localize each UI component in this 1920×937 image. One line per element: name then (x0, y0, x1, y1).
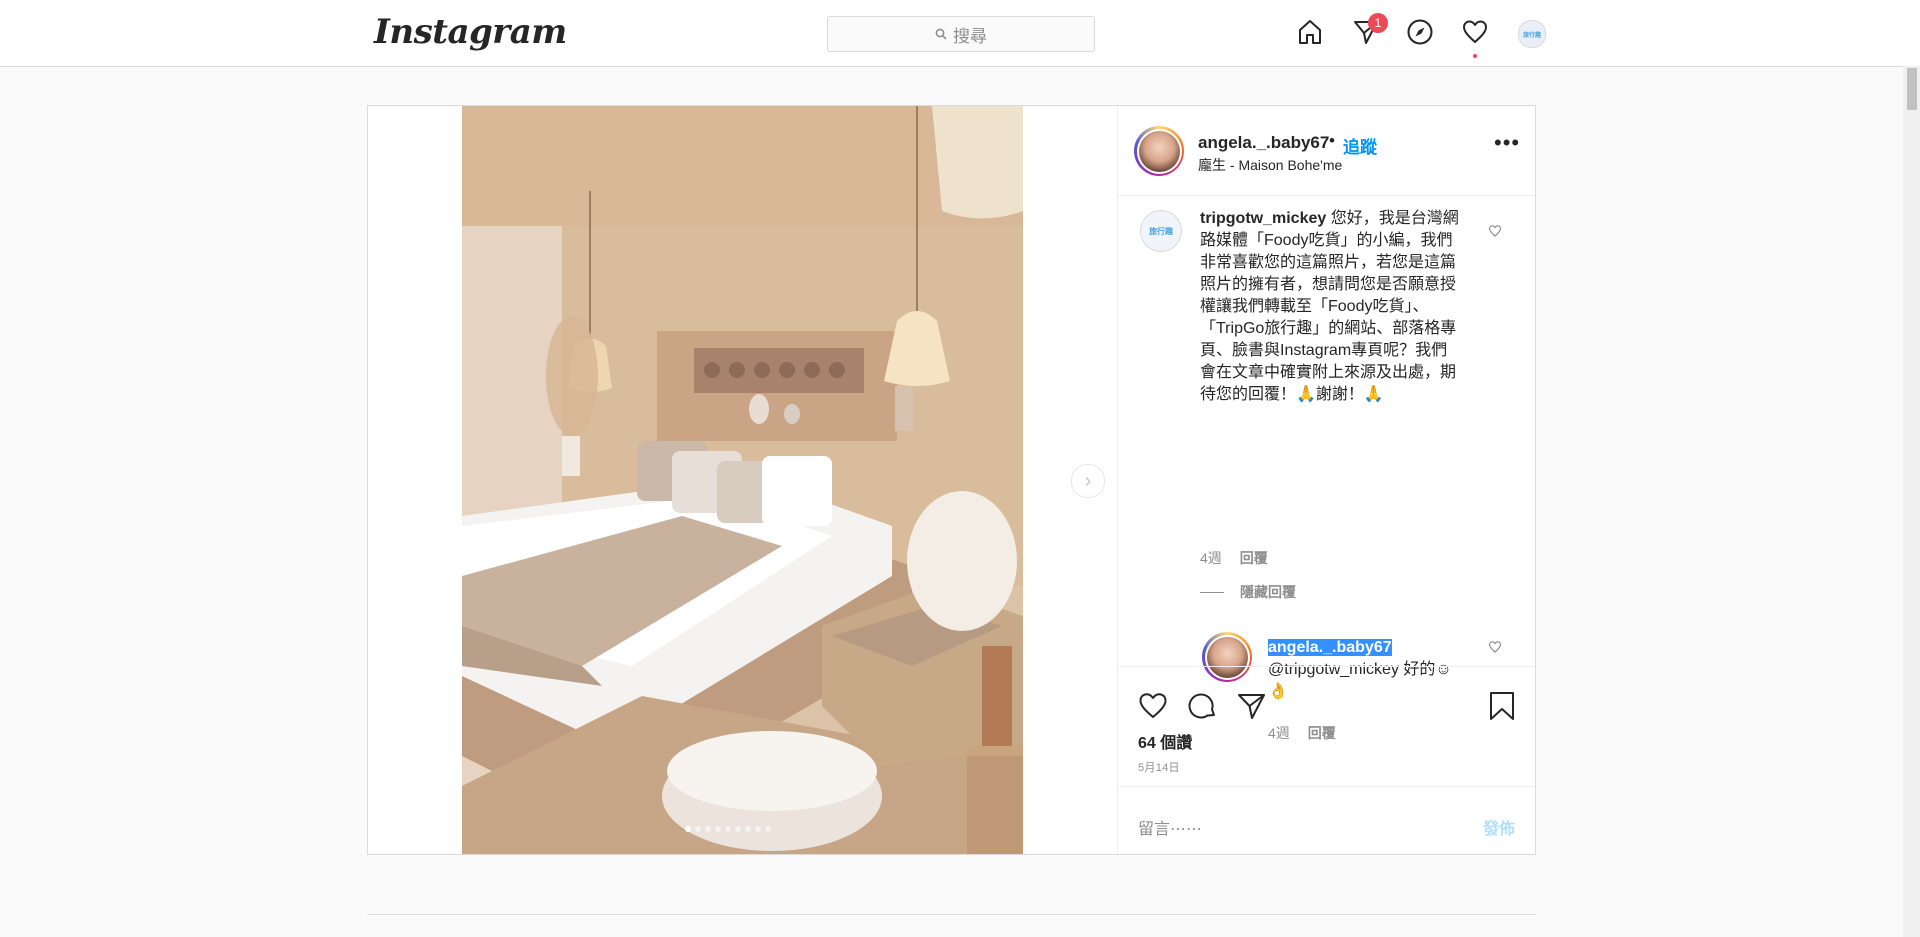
scrollbar-thumb[interactable] (1907, 68, 1917, 110)
carousel-dot (685, 826, 691, 832)
comment-input[interactable]: 留言⋯⋯ (1138, 815, 1202, 839)
carousel-indicator (685, 826, 771, 832)
commenter-username[interactable]: tripgotw_mickey (1200, 210, 1326, 227)
carousel-dot (725, 826, 731, 832)
likes-count[interactable]: 64 個讚 (1138, 729, 1192, 753)
post-photo[interactable] (462, 106, 1023, 854)
profile-avatar-text: 旅行趣 (1522, 32, 1541, 39)
comment-bubble-icon[interactable] (1188, 691, 1218, 721)
owner-username[interactable]: angela._.baby67 (1198, 133, 1329, 153)
activity-heart-icon[interactable] (1458, 15, 1492, 49)
separator-dot: • (1329, 131, 1335, 150)
profile-avatar[interactable]: 旅行趣 (1518, 20, 1546, 48)
more-options-button[interactable]: ••• (1494, 130, 1520, 156)
like-heart-icon[interactable] (1138, 691, 1168, 721)
top-navigation-bar: Instagram 搜尋 1 旅行趣 (0, 0, 1920, 67)
carousel-dot (705, 826, 711, 832)
post-location[interactable]: 龐生 - Maison Bohe'me (1198, 155, 1342, 175)
comments-section: 旅行趣 tripgotw_mickey 您好，我是台灣網路媒體「Foody吃貨」… (1118, 196, 1535, 741)
comment-reply-button[interactable]: 回覆 (1240, 550, 1268, 566)
nav-icon-group (0, 15, 1920, 55)
chevron-right-icon: › (1084, 469, 1092, 492)
post-sidebar: angela._.baby67 • 追蹤 龐生 - Maison Bohe'me… (1118, 106, 1535, 854)
commenter-avatar[interactable]: 旅行趣 (1140, 210, 1182, 252)
share-paper-plane-icon[interactable] (1237, 691, 1267, 721)
carousel-dot (755, 826, 761, 832)
follow-button[interactable]: 追蹤 (1343, 133, 1377, 158)
home-icon[interactable] (1293, 15, 1327, 49)
activity-indicator-dot (1473, 54, 1477, 58)
explore-compass-icon[interactable] (1403, 15, 1437, 49)
bedroom-photo-illustration (462, 106, 1023, 854)
comment-body: tripgotw_mickey 您好，我是台灣網路媒體「Foody吃貨」的小編，… (1200, 208, 1460, 406)
page-divider (367, 914, 1536, 915)
scrollbar[interactable] (1903, 66, 1920, 937)
post-comment-button[interactable]: 發佈 (1483, 815, 1515, 839)
carousel-dot (695, 826, 701, 832)
carousel-next-button[interactable]: › (1071, 464, 1105, 498)
post-header: angela._.baby67 • 追蹤 龐生 - Maison Bohe'me… (1118, 106, 1535, 196)
comment-time: 4週 (1200, 550, 1222, 566)
comment-like-heart-icon[interactable] (1488, 224, 1502, 238)
post-media: › (368, 106, 1118, 854)
carousel-dot (735, 826, 741, 832)
add-comment-bar: 留言⋯⋯ 發佈 (1118, 786, 1535, 855)
hide-replies-label: 隱藏回覆 (1240, 584, 1296, 600)
hide-replies-line (1200, 591, 1224, 593)
post-actions: 64 個讚 5月14日 (1118, 666, 1535, 787)
commenter-avatar-text: 旅行趣 (1149, 226, 1173, 236)
carousel-dot (745, 826, 751, 832)
save-bookmark-icon[interactable] (1487, 691, 1517, 721)
reply-author-username[interactable]: angela._.baby67 (1268, 639, 1392, 656)
notification-badge: 1 (1368, 13, 1388, 33)
reply-like-heart-icon[interactable] (1488, 640, 1502, 654)
post-card: › angela._.baby67 • 追蹤 龐生 - Maison Bohe'… (367, 105, 1536, 855)
carousel-dot (715, 826, 721, 832)
post-date[interactable]: 5月14日 (1138, 759, 1180, 775)
comment-text: 您好，我是台灣網路媒體「Foody吃貨」的小編，我們非常喜歡您的這篇照片，若您是… (1200, 210, 1459, 403)
carousel-dot (765, 826, 771, 832)
owner-avatar[interactable] (1134, 126, 1184, 176)
comment-meta: 4週 回覆 (1200, 548, 1268, 568)
hide-replies-button[interactable]: 隱藏回覆 (1200, 582, 1296, 602)
